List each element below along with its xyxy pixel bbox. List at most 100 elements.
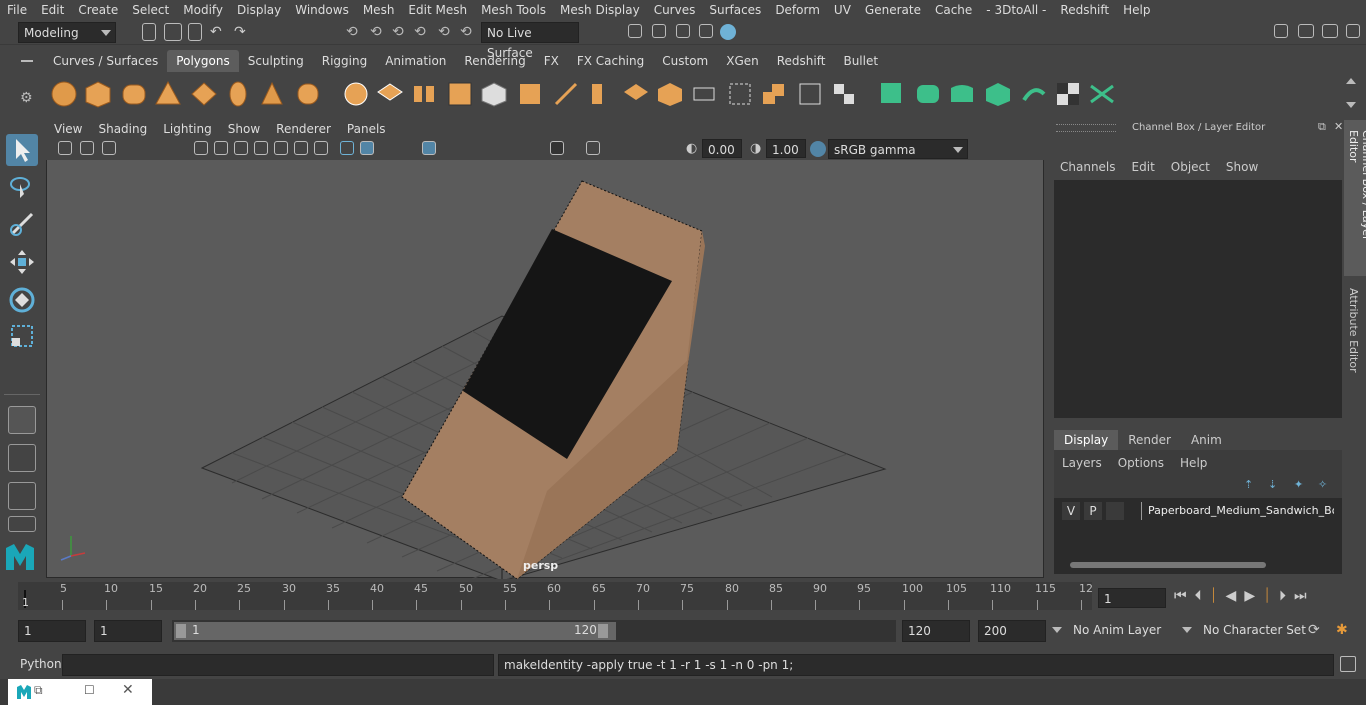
- command-input[interactable]: [62, 654, 494, 676]
- tab-polygons[interactable]: Polygons: [167, 50, 239, 72]
- float-panel-icon[interactable]: ⧉: [1318, 120, 1326, 134]
- tab-rendering[interactable]: Rendering: [455, 50, 534, 72]
- menu-mesh-tools[interactable]: Mesh Tools: [474, 0, 553, 20]
- menu-mesh-display[interactable]: Mesh Display: [553, 0, 647, 20]
- poly-sphere-icon[interactable]: [50, 80, 78, 108]
- uv-planar-icon[interactable]: [878, 80, 906, 108]
- tab-rigging[interactable]: Rigging: [313, 50, 376, 72]
- cb-menu-object[interactable]: Object: [1171, 160, 1210, 174]
- range-start-field[interactable]: 1: [18, 620, 86, 642]
- layer-visibility-toggle[interactable]: V: [1062, 502, 1080, 520]
- uv-spherical-icon[interactable]: [948, 80, 976, 108]
- tab-xgen[interactable]: XGen: [717, 50, 768, 72]
- collapse-icon[interactable]: [830, 80, 858, 108]
- close-icon[interactable]: ✕: [1334, 120, 1343, 133]
- step-forward-key-icon[interactable]: ⏐: [1263, 588, 1271, 604]
- render-view-icon[interactable]: [628, 24, 642, 38]
- grid-icon[interactable]: [194, 141, 208, 155]
- gear-icon[interactable]: ⚙: [20, 90, 33, 106]
- mode-dropdown[interactable]: Modeling: [18, 22, 116, 43]
- gate-mask-icon[interactable]: [254, 141, 268, 155]
- poly-pipe-icon[interactable]: [294, 80, 322, 108]
- resolution-gate-icon[interactable]: [234, 141, 248, 155]
- extrude-icon[interactable]: [480, 80, 508, 108]
- toggle-panel-icon[interactable]: [1298, 24, 1314, 38]
- new-scene-icon[interactable]: [142, 23, 156, 41]
- tab-bullet[interactable]: Bullet: [834, 50, 887, 72]
- range-handle-start[interactable]: [176, 624, 186, 638]
- menu-generate[interactable]: Generate: [858, 0, 928, 20]
- command-language-label[interactable]: Python: [20, 657, 62, 671]
- layer-menu-options[interactable]: Options: [1118, 456, 1164, 470]
- smooth-icon[interactable]: [446, 80, 474, 108]
- menu-surfaces[interactable]: Surfaces: [702, 0, 768, 20]
- layer-scrollbar[interactable]: [1060, 560, 1338, 570]
- auto-key-icon[interactable]: ⟳: [1308, 622, 1320, 638]
- side-tab-attribute-editor[interactable]: Attribute Editor: [1344, 284, 1366, 384]
- poly-plane-icon[interactable]: [190, 80, 218, 108]
- menu-uv[interactable]: UV: [827, 0, 858, 20]
- paint-select-icon[interactable]: [6, 208, 38, 240]
- range-bar[interactable]: [174, 622, 616, 640]
- tab-curves-surfaces[interactable]: Curves / Surfaces: [44, 50, 167, 72]
- layer-color-swatch[interactable]: [1128, 502, 1142, 520]
- play-backward-icon[interactable]: ◀: [1226, 588, 1237, 604]
- uv-layout-icon[interactable]: [1088, 80, 1116, 108]
- append-icon[interactable]: [622, 80, 650, 108]
- maya-logo-icon[interactable]: [4, 542, 36, 572]
- vp-menu-view[interactable]: View: [46, 120, 90, 138]
- new-layer-icon[interactable]: ✦: [1294, 478, 1303, 491]
- safe-title-icon[interactable]: [314, 141, 328, 155]
- camera-icon[interactable]: [58, 141, 72, 155]
- outliner-layout-icon[interactable]: [8, 516, 36, 532]
- select-object-icon[interactable]: ⟲: [370, 24, 382, 40]
- poly-cylinder-icon[interactable]: [120, 80, 148, 108]
- select-tool-icon[interactable]: [6, 134, 38, 166]
- menu-help[interactable]: Help: [1116, 0, 1157, 20]
- combine-icon[interactable]: [342, 80, 370, 108]
- viewport-persp[interactable]: persp: [46, 120, 1044, 579]
- layer-name[interactable]: Paperboard_Medium_Sandwich_Box_: [1148, 504, 1334, 517]
- playback-end-field[interactable]: 120: [902, 620, 970, 642]
- shelf-scroll-icon[interactable]: [1346, 76, 1356, 112]
- go-to-start-icon[interactable]: ⏮: [1174, 588, 1187, 604]
- workspace-icon[interactable]: [1274, 24, 1288, 38]
- exposure-field[interactable]: 0.00: [702, 139, 742, 158]
- live-surface-field[interactable]: No Live Surface: [481, 22, 579, 60]
- menu-windows[interactable]: Windows: [288, 0, 356, 20]
- go-to-end-icon[interactable]: ⏭: [1294, 588, 1307, 604]
- menu-redshift[interactable]: Redshift: [1053, 0, 1116, 20]
- snap-curve-icon[interactable]: ⟲: [438, 24, 450, 40]
- move-tool-icon[interactable]: [6, 246, 38, 278]
- range-handle-end[interactable]: [598, 624, 608, 638]
- side-tab-channel-box[interactable]: Channel Box / Layer Editor: [1344, 120, 1366, 276]
- add-divisions-icon[interactable]: [760, 80, 788, 108]
- tab-redshift[interactable]: Redshift: [768, 50, 835, 72]
- layer-row[interactable]: V P Paperboard_Medium_Sandwich_Box_: [1062, 502, 1334, 522]
- select-hierarchy-icon[interactable]: ⟲: [346, 24, 358, 40]
- move-layer-up-icon[interactable]: ⇡: [1244, 478, 1253, 491]
- poly-cube-icon[interactable]: [84, 80, 112, 108]
- menu-cache[interactable]: Cache: [928, 0, 979, 20]
- snap-grid-icon[interactable]: ⟲: [414, 24, 426, 40]
- menu-file[interactable]: File: [0, 0, 34, 20]
- menu-select[interactable]: Select: [125, 0, 176, 20]
- poly-cone-icon[interactable]: [154, 80, 182, 108]
- menu-curves[interactable]: Curves: [647, 0, 703, 20]
- close-window-icon[interactable]: ✕: [122, 682, 134, 698]
- menu-3dtoall[interactable]: - 3DtoAll -: [979, 0, 1053, 20]
- film-gate-icon[interactable]: [214, 141, 228, 155]
- hypershade-icon[interactable]: [720, 24, 736, 40]
- lasso-tool-icon[interactable]: [6, 172, 38, 204]
- safe-action-icon[interactable]: [294, 141, 308, 155]
- vp-menu-lighting[interactable]: Lighting: [155, 120, 220, 138]
- redo-icon[interactable]: ↷: [234, 24, 246, 40]
- insert-loop-icon[interactable]: [690, 80, 718, 108]
- gamma-field[interactable]: 1.00: [766, 139, 806, 158]
- vp-menu-shading[interactable]: Shading: [90, 120, 155, 138]
- step-back-key-icon[interactable]: ⏐: [1210, 588, 1218, 604]
- undo-icon[interactable]: ↶: [210, 24, 222, 40]
- menu-mesh[interactable]: Mesh: [356, 0, 402, 20]
- step-forward-icon[interactable]: ⏵: [1279, 588, 1286, 604]
- side-by-side-icon[interactable]: [8, 482, 36, 510]
